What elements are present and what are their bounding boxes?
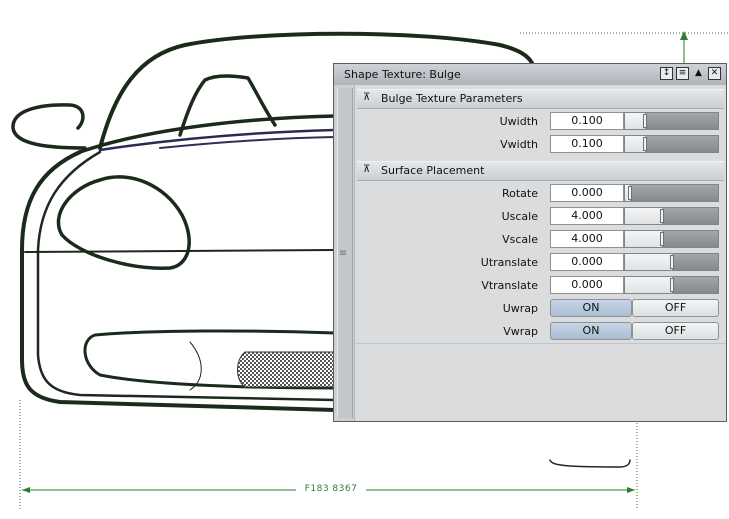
- section-title: Bulge Texture Parameters: [381, 92, 523, 105]
- section-body-surface-placement: Rotate 0.000 Uscale 4.000 Vscale 4.000 U…: [357, 181, 724, 345]
- slider-thumb[interactable]: [643, 114, 648, 128]
- section-title: Surface Placement: [381, 164, 485, 177]
- vwrap-on-button[interactable]: ON: [550, 322, 632, 340]
- slider-thumb[interactable]: [669, 255, 674, 269]
- vwidth-slider[interactable]: [624, 135, 719, 153]
- slider-thumb[interactable]: [627, 186, 632, 200]
- section-header-surface-placement[interactable]: ⊼ Surface Placement: [357, 161, 724, 181]
- car-wheel-fragment: [549, 459, 631, 468]
- close-icon[interactable]: ✕: [708, 67, 721, 80]
- manipulator-arrow-icon[interactable]: [680, 31, 688, 40]
- panel-titlebar[interactable]: Shape Texture: Bulge ↕ ≡ ▲ ✕: [334, 64, 726, 86]
- shape-texture-panel: Shape Texture: Bulge ↕ ≡ ▲ ✕ ≡ ⊼ Bulge T…: [333, 63, 727, 422]
- car-hood-line-inner: [98, 128, 337, 152]
- slider-track-empty: [662, 208, 718, 224]
- car-bumper-line: [24, 249, 336, 253]
- uwidth-field[interactable]: 0.100: [550, 112, 624, 130]
- slider-track-empty: [645, 136, 718, 152]
- dimension-label: F183 8367: [296, 484, 366, 494]
- param-row-vscale: Vscale 4.000: [357, 229, 724, 250]
- param-row-uwidth: Uwidth 0.100: [357, 111, 724, 132]
- collapse-up-icon[interactable]: ▲: [692, 67, 705, 80]
- param-label: Vtranslate: [481, 279, 538, 292]
- param-label: Vscale: [502, 233, 538, 246]
- rotate-field[interactable]: 0.000: [550, 184, 624, 202]
- vtranslate-slider[interactable]: [624, 276, 719, 294]
- vwidth-field[interactable]: 0.100: [550, 135, 624, 153]
- slider-track-empty: [671, 254, 718, 270]
- param-label: Vwrap: [503, 325, 538, 338]
- rotate-slider[interactable]: [624, 184, 719, 202]
- car-grille-mesh: [237, 351, 336, 388]
- slider-thumb[interactable]: [660, 232, 665, 246]
- param-row-vtranslate: Vtranslate 0.000: [357, 275, 724, 296]
- slider-thumb[interactable]: [669, 278, 674, 292]
- param-row-utranslate: Utranslate 0.000: [357, 252, 724, 273]
- uscale-slider[interactable]: [624, 207, 719, 225]
- slider-thumb[interactable]: [643, 137, 648, 151]
- section-collapse-icon[interactable]: ⊼: [363, 92, 370, 103]
- pin-icon[interactable]: ↕: [660, 67, 673, 80]
- uwrap-on-button[interactable]: ON: [550, 299, 632, 317]
- uwidth-slider[interactable]: [624, 112, 719, 130]
- slider-track-empty: [671, 277, 718, 293]
- panel-gutter: ≡: [334, 85, 355, 421]
- param-row-uwrap: Uwrap ON OFF: [357, 298, 724, 319]
- uwrap-off-button[interactable]: OFF: [632, 299, 719, 317]
- section-body-bulge: Uwidth 0.100 Vwidth 0.100: [357, 109, 724, 155]
- drag-handle-icon[interactable]: ≡: [338, 249, 348, 259]
- dimension-arrow-left-icon: [22, 487, 30, 493]
- section-collapse-icon[interactable]: ⊼: [363, 164, 370, 175]
- param-label: Uwidth: [499, 115, 538, 128]
- section-divider: [355, 343, 726, 344]
- param-row-rotate: Rotate 0.000: [357, 183, 724, 204]
- param-row-uscale: Uscale 4.000: [357, 206, 724, 227]
- vscale-slider[interactable]: [624, 230, 719, 248]
- panel-content: ⊼ Bulge Texture Parameters Uwidth 0.100 …: [355, 85, 726, 421]
- uscale-field[interactable]: 4.000: [550, 207, 624, 225]
- param-label: Uscale: [501, 210, 538, 223]
- param-row-vwrap: Vwrap ON OFF: [357, 321, 724, 342]
- vwrap-off-button[interactable]: OFF: [632, 322, 719, 340]
- slider-thumb[interactable]: [660, 209, 665, 223]
- section-header-bulge[interactable]: ⊼ Bulge Texture Parameters: [357, 89, 724, 109]
- param-label: Utranslate: [480, 256, 538, 269]
- car-headlight-outline: [56, 175, 191, 270]
- param-label: Vwidth: [500, 138, 538, 151]
- car-mirror-outline: [11, 103, 87, 150]
- menu-icon[interactable]: ≡: [676, 67, 689, 80]
- slider-track-empty: [645, 113, 718, 129]
- param-label: Rotate: [501, 187, 538, 200]
- utranslate-slider[interactable]: [624, 253, 719, 271]
- slider-track-empty: [629, 185, 718, 201]
- vtranslate-field[interactable]: 0.000: [550, 276, 624, 294]
- slider-track-empty: [662, 231, 718, 247]
- dimension-arrow-right-icon: [627, 487, 635, 493]
- utranslate-field[interactable]: 0.000: [550, 253, 624, 271]
- panel-title: Shape Texture: Bulge: [344, 68, 461, 81]
- vscale-field[interactable]: 4.000: [550, 230, 624, 248]
- param-row-vwidth: Vwidth 0.100: [357, 134, 724, 155]
- car-intake-crease: [189, 341, 202, 391]
- param-label: Uwrap: [502, 302, 538, 315]
